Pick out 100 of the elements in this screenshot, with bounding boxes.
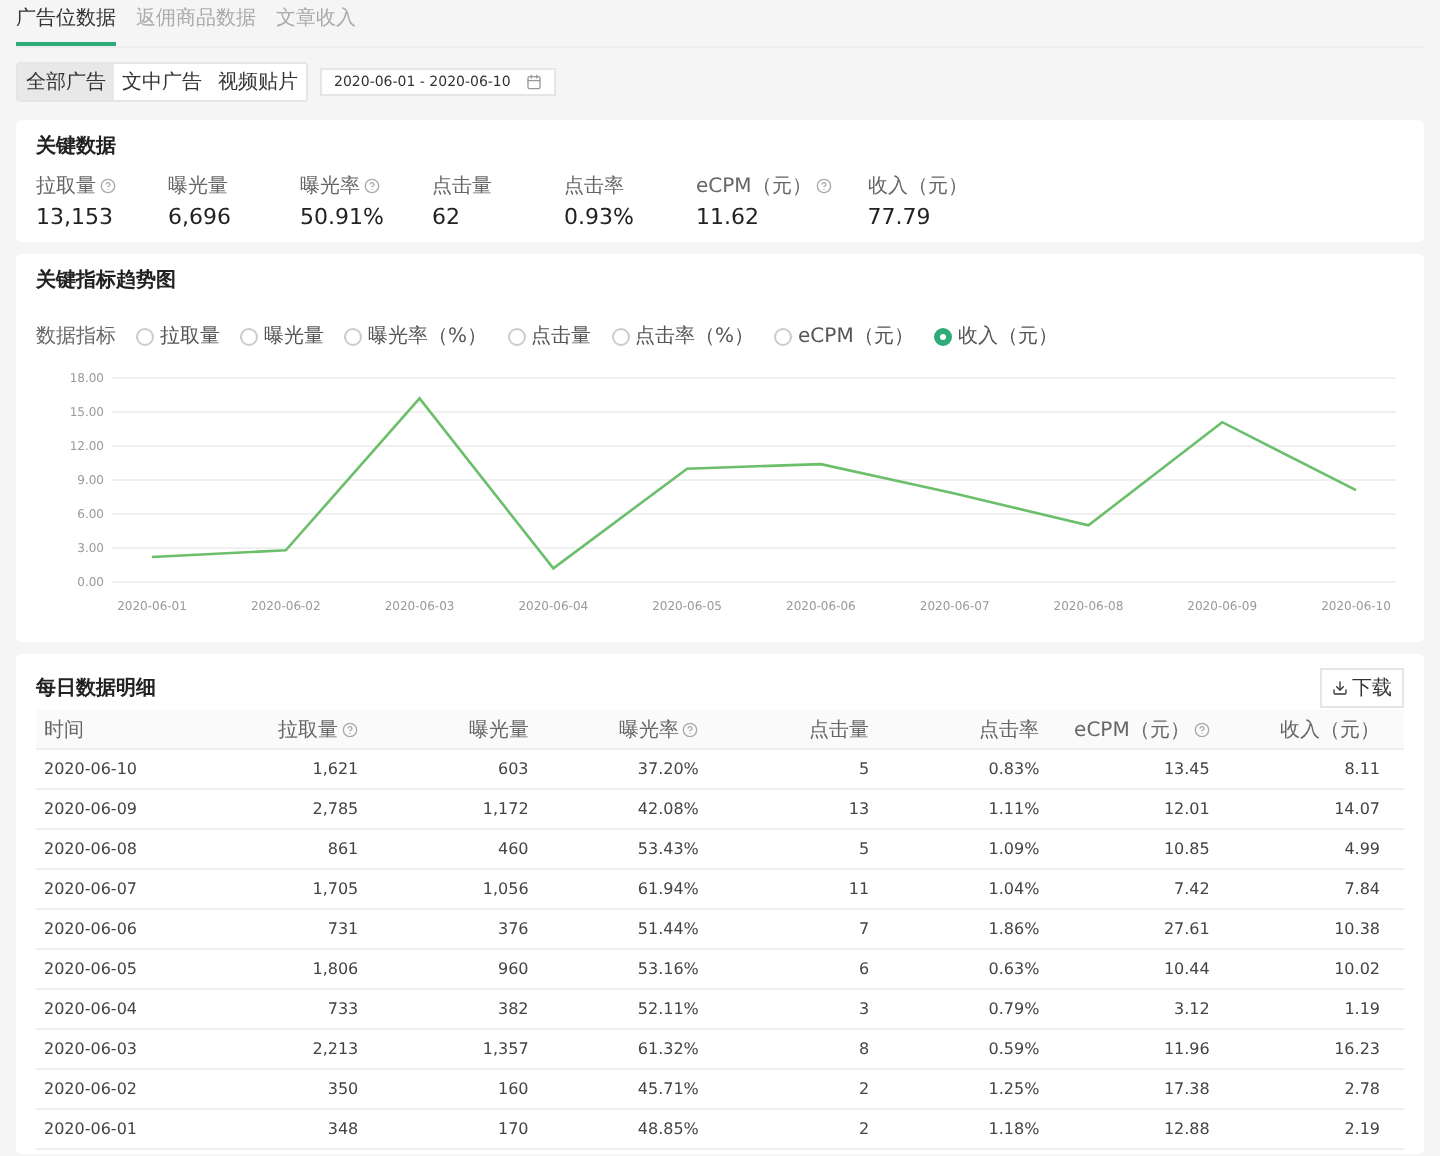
table-cell-text: 37.20% bbox=[635, 760, 701, 778]
metric-value: 11.62 bbox=[696, 204, 761, 230]
table-cell-text: 733 bbox=[325, 1000, 361, 1018]
help-icon[interactable] bbox=[100, 178, 116, 194]
table-cell-text: 42.08% bbox=[635, 800, 701, 818]
column-header: 拉取量 bbox=[278, 717, 339, 743]
table-cell-text: 0.83% bbox=[986, 760, 1042, 778]
radio-icon[interactable] bbox=[933, 327, 952, 345]
metric-value: 6,696 bbox=[168, 204, 233, 230]
table-cell-text: 10.38 bbox=[1332, 920, 1382, 938]
table-cell-text: 27.61 bbox=[1161, 920, 1212, 938]
column-header: 点击量 bbox=[809, 717, 870, 743]
indicator-radio[interactable]: 点击率（%） bbox=[611, 322, 755, 350]
table-cell-text: 1,621 bbox=[310, 760, 361, 778]
ad-type-button[interactable]: 全部广告 bbox=[18, 64, 114, 100]
table-cell-text: 61.94% bbox=[635, 880, 701, 898]
column-header: 收入（元） bbox=[1280, 717, 1380, 743]
table-cell-text: 376 bbox=[496, 920, 531, 938]
table-cell-text: 51.44% bbox=[635, 920, 701, 938]
table-cell-text: 45.71% bbox=[635, 1080, 701, 1098]
table-cell-text: 16.23 bbox=[1332, 1040, 1382, 1058]
table-cell-text: 1.86% bbox=[986, 920, 1042, 938]
indicator-radio[interactable]: 曝光量 bbox=[240, 322, 324, 350]
table-cell-text: 2020-06-06 bbox=[44, 920, 139, 938]
table-cell-text: 48.85% bbox=[635, 1120, 701, 1138]
column-header: eCPM（元） bbox=[1074, 717, 1190, 743]
tab[interactable]: 广告位数据 bbox=[16, 4, 116, 46]
table-cell-text: 11.96 bbox=[1161, 1040, 1212, 1058]
table-cell-text: 1.25% bbox=[986, 1080, 1042, 1098]
help-icon[interactable] bbox=[815, 178, 832, 194]
table-cell-text: 53.16% bbox=[635, 960, 701, 978]
metric-label: eCPM（元） bbox=[696, 174, 812, 200]
indicator-radio[interactable]: 曝光率（%） bbox=[344, 322, 488, 350]
radio-icon[interactable] bbox=[136, 327, 154, 345]
radio-icon[interactable] bbox=[611, 327, 630, 345]
table-cell-text: 10.85 bbox=[1161, 840, 1212, 858]
table-cell-text: 1.19 bbox=[1342, 1000, 1382, 1018]
table-cell-text: 12.01 bbox=[1161, 800, 1212, 818]
table-cell-text: 2020-06-08 bbox=[44, 840, 139, 858]
card-title: 关键数据 bbox=[36, 133, 118, 162]
table-cell-text: 1.04% bbox=[986, 880, 1042, 898]
radio-icon[interactable] bbox=[774, 327, 793, 345]
radio-icon[interactable] bbox=[344, 327, 362, 345]
table-cell-text: 0.79% bbox=[986, 1000, 1042, 1018]
table-cell-text: 14.07 bbox=[1332, 800, 1382, 818]
table-cell-text: 3.12 bbox=[1172, 1000, 1212, 1018]
metric-value: 50.91% bbox=[300, 204, 386, 230]
table-cell-text: 2020-06-02 bbox=[44, 1080, 139, 1098]
table-cell-text: 2020-06-04 bbox=[44, 1000, 139, 1018]
table-cell-text: 960 bbox=[496, 960, 531, 978]
table-cell-text: 460 bbox=[496, 840, 531, 858]
indicator-radio[interactable]: 点击量 bbox=[507, 322, 592, 350]
indicator-radio[interactable]: 拉取量 bbox=[136, 322, 220, 350]
table-cell-text: 348 bbox=[325, 1120, 361, 1138]
table-cell-text: 1,172 bbox=[480, 800, 531, 818]
table-cell-text: 8.11 bbox=[1342, 760, 1382, 778]
table-cell-text: 1,705 bbox=[310, 880, 361, 898]
table-cell-text: 10.44 bbox=[1161, 960, 1212, 978]
table-cell-text: 1,806 bbox=[310, 960, 361, 978]
radio-icon[interactable] bbox=[507, 327, 526, 345]
table-cell-text: 7.42 bbox=[1172, 880, 1212, 898]
metric-label: 点击量 bbox=[432, 173, 492, 200]
card-title: 每日数据明细 bbox=[36, 675, 156, 702]
table-cell-text: 2.19 bbox=[1342, 1120, 1382, 1138]
table-cell-text: 1.09% bbox=[986, 840, 1042, 858]
column-header: 时间 bbox=[44, 717, 84, 743]
table-cell-text: 5 bbox=[856, 760, 872, 778]
metric-value: 62 bbox=[432, 204, 462, 230]
table-cell-text: 603 bbox=[496, 760, 531, 778]
table-cell-text: 861 bbox=[325, 840, 361, 858]
radio-icon[interactable] bbox=[240, 327, 258, 345]
column-header: 点击率 bbox=[979, 717, 1040, 743]
table-cell-text: 2020-06-10 bbox=[44, 760, 139, 778]
help-icon[interactable] bbox=[1193, 721, 1210, 737]
help-icon[interactable] bbox=[342, 721, 359, 737]
table-cell-text: 13.45 bbox=[1161, 760, 1212, 778]
metric-value: 13,153 bbox=[36, 204, 115, 230]
table-cell-text: 2020-06-01 bbox=[44, 1120, 139, 1138]
table-cell-text: 0.63% bbox=[986, 960, 1042, 978]
indicator-radio[interactable]: 收入（元） bbox=[933, 322, 1058, 350]
table-cell-text: 170 bbox=[496, 1120, 531, 1138]
table-cell-text: 1.18% bbox=[986, 1120, 1042, 1138]
help-icon[interactable] bbox=[364, 178, 380, 194]
table-cell-text: 11 bbox=[846, 880, 872, 898]
metric-label: 收入（元） bbox=[867, 173, 968, 200]
table-cell-text: 12.88 bbox=[1161, 1120, 1212, 1138]
metric-label: 曝光量 bbox=[168, 173, 228, 200]
table-cell-text: 7 bbox=[856, 920, 872, 938]
metric-label: 曝光率 bbox=[300, 173, 360, 200]
indicator-radio[interactable]: eCPM（元） bbox=[774, 322, 914, 350]
table-cell-text: 2020-06-07 bbox=[44, 880, 139, 898]
table-cell-text: 350 bbox=[325, 1080, 361, 1098]
calendar-icon bbox=[526, 74, 543, 90]
table-cell-text: 731 bbox=[325, 920, 361, 938]
help-icon[interactable] bbox=[682, 721, 699, 737]
table-cell-text: 2,785 bbox=[310, 800, 361, 818]
table-cell-text: 17.38 bbox=[1161, 1080, 1212, 1098]
download-button[interactable]: 下载 bbox=[1320, 668, 1404, 708]
table-cell-text: 2020-06-05 bbox=[44, 960, 139, 978]
table-cell-text: 10.02 bbox=[1332, 960, 1382, 978]
